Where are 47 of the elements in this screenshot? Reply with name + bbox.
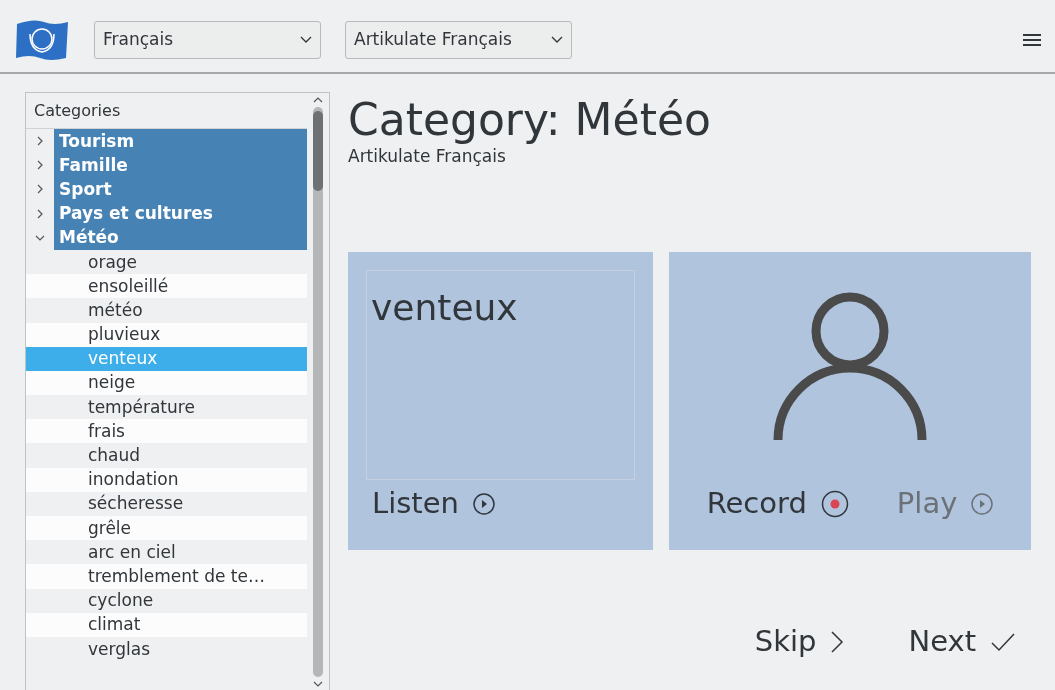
play-icon [472, 493, 495, 516]
tree-item[interactable]: chaud [26, 443, 307, 468]
tree-item[interactable]: orage [26, 249, 307, 275]
flag-logo [14, 18, 70, 62]
tree-category[interactable]: Sport [54, 177, 307, 202]
tree-item[interactable]: sécheresse [26, 491, 307, 516]
tree-item[interactable]: neige [26, 370, 307, 396]
tree-category[interactable]: Famille [54, 153, 307, 178]
page-subtitle: Artikulate Français [348, 145, 507, 169]
course-select[interactable]: Artikulate Français [345, 21, 572, 59]
page-title: Category: Météo [348, 96, 712, 145]
collapsed-chevron-icon[interactable] [35, 184, 45, 195]
play-icon [971, 493, 994, 516]
tree-item[interactable]: ensoleillé [26, 274, 307, 299]
tree-item[interactable]: frais [26, 419, 307, 444]
tree-category[interactable]: Pays et cultures [54, 201, 307, 226]
scrollbar-thumb[interactable] [313, 111, 323, 191]
phrase-text: venteux [371, 286, 518, 328]
tree-category[interactable]: Météo [54, 225, 307, 250]
listen-button[interactable]: Listen [372, 482, 495, 526]
tree-item[interactable]: météo [26, 298, 307, 323]
chevron-right-icon [830, 629, 845, 654]
tree-item[interactable]: température [26, 395, 307, 420]
dropdown-chevron-icon [300, 36, 312, 45]
tree-item[interactable]: verglas [26, 636, 307, 662]
tree-item[interactable]: arc en ciel [26, 540, 307, 565]
language-select[interactable]: Français [94, 21, 321, 59]
scroll-up-icon[interactable] [313, 97, 323, 103]
user-icon [773, 291, 927, 440]
tree-item[interactable]: climat [26, 612, 307, 637]
record-button[interactable]: Record [706, 482, 849, 526]
tree-item[interactable]: tremblement de te… [26, 564, 307, 589]
tree-item[interactable]: grêle [26, 516, 307, 541]
tree-item[interactable]: pluvieux [26, 322, 307, 347]
next-button[interactable]: Next [908, 619, 1016, 664]
tree-item[interactable]: inondation [26, 467, 307, 492]
tree-category[interactable]: Tourism [54, 129, 307, 154]
collapsed-chevron-icon[interactable] [35, 208, 45, 219]
dropdown-chevron-icon [551, 36, 563, 45]
collapsed-chevron-icon[interactable] [35, 136, 45, 147]
checkmark-icon [990, 631, 1016, 652]
tree-item[interactable]: cyclone [26, 588, 307, 613]
scroll-down-icon[interactable] [313, 681, 323, 687]
scrollbar-track[interactable] [313, 107, 323, 677]
skip-button[interactable]: Skip [754, 619, 845, 664]
collapsed-chevron-icon[interactable] [35, 160, 45, 171]
record-icon [820, 490, 849, 519]
